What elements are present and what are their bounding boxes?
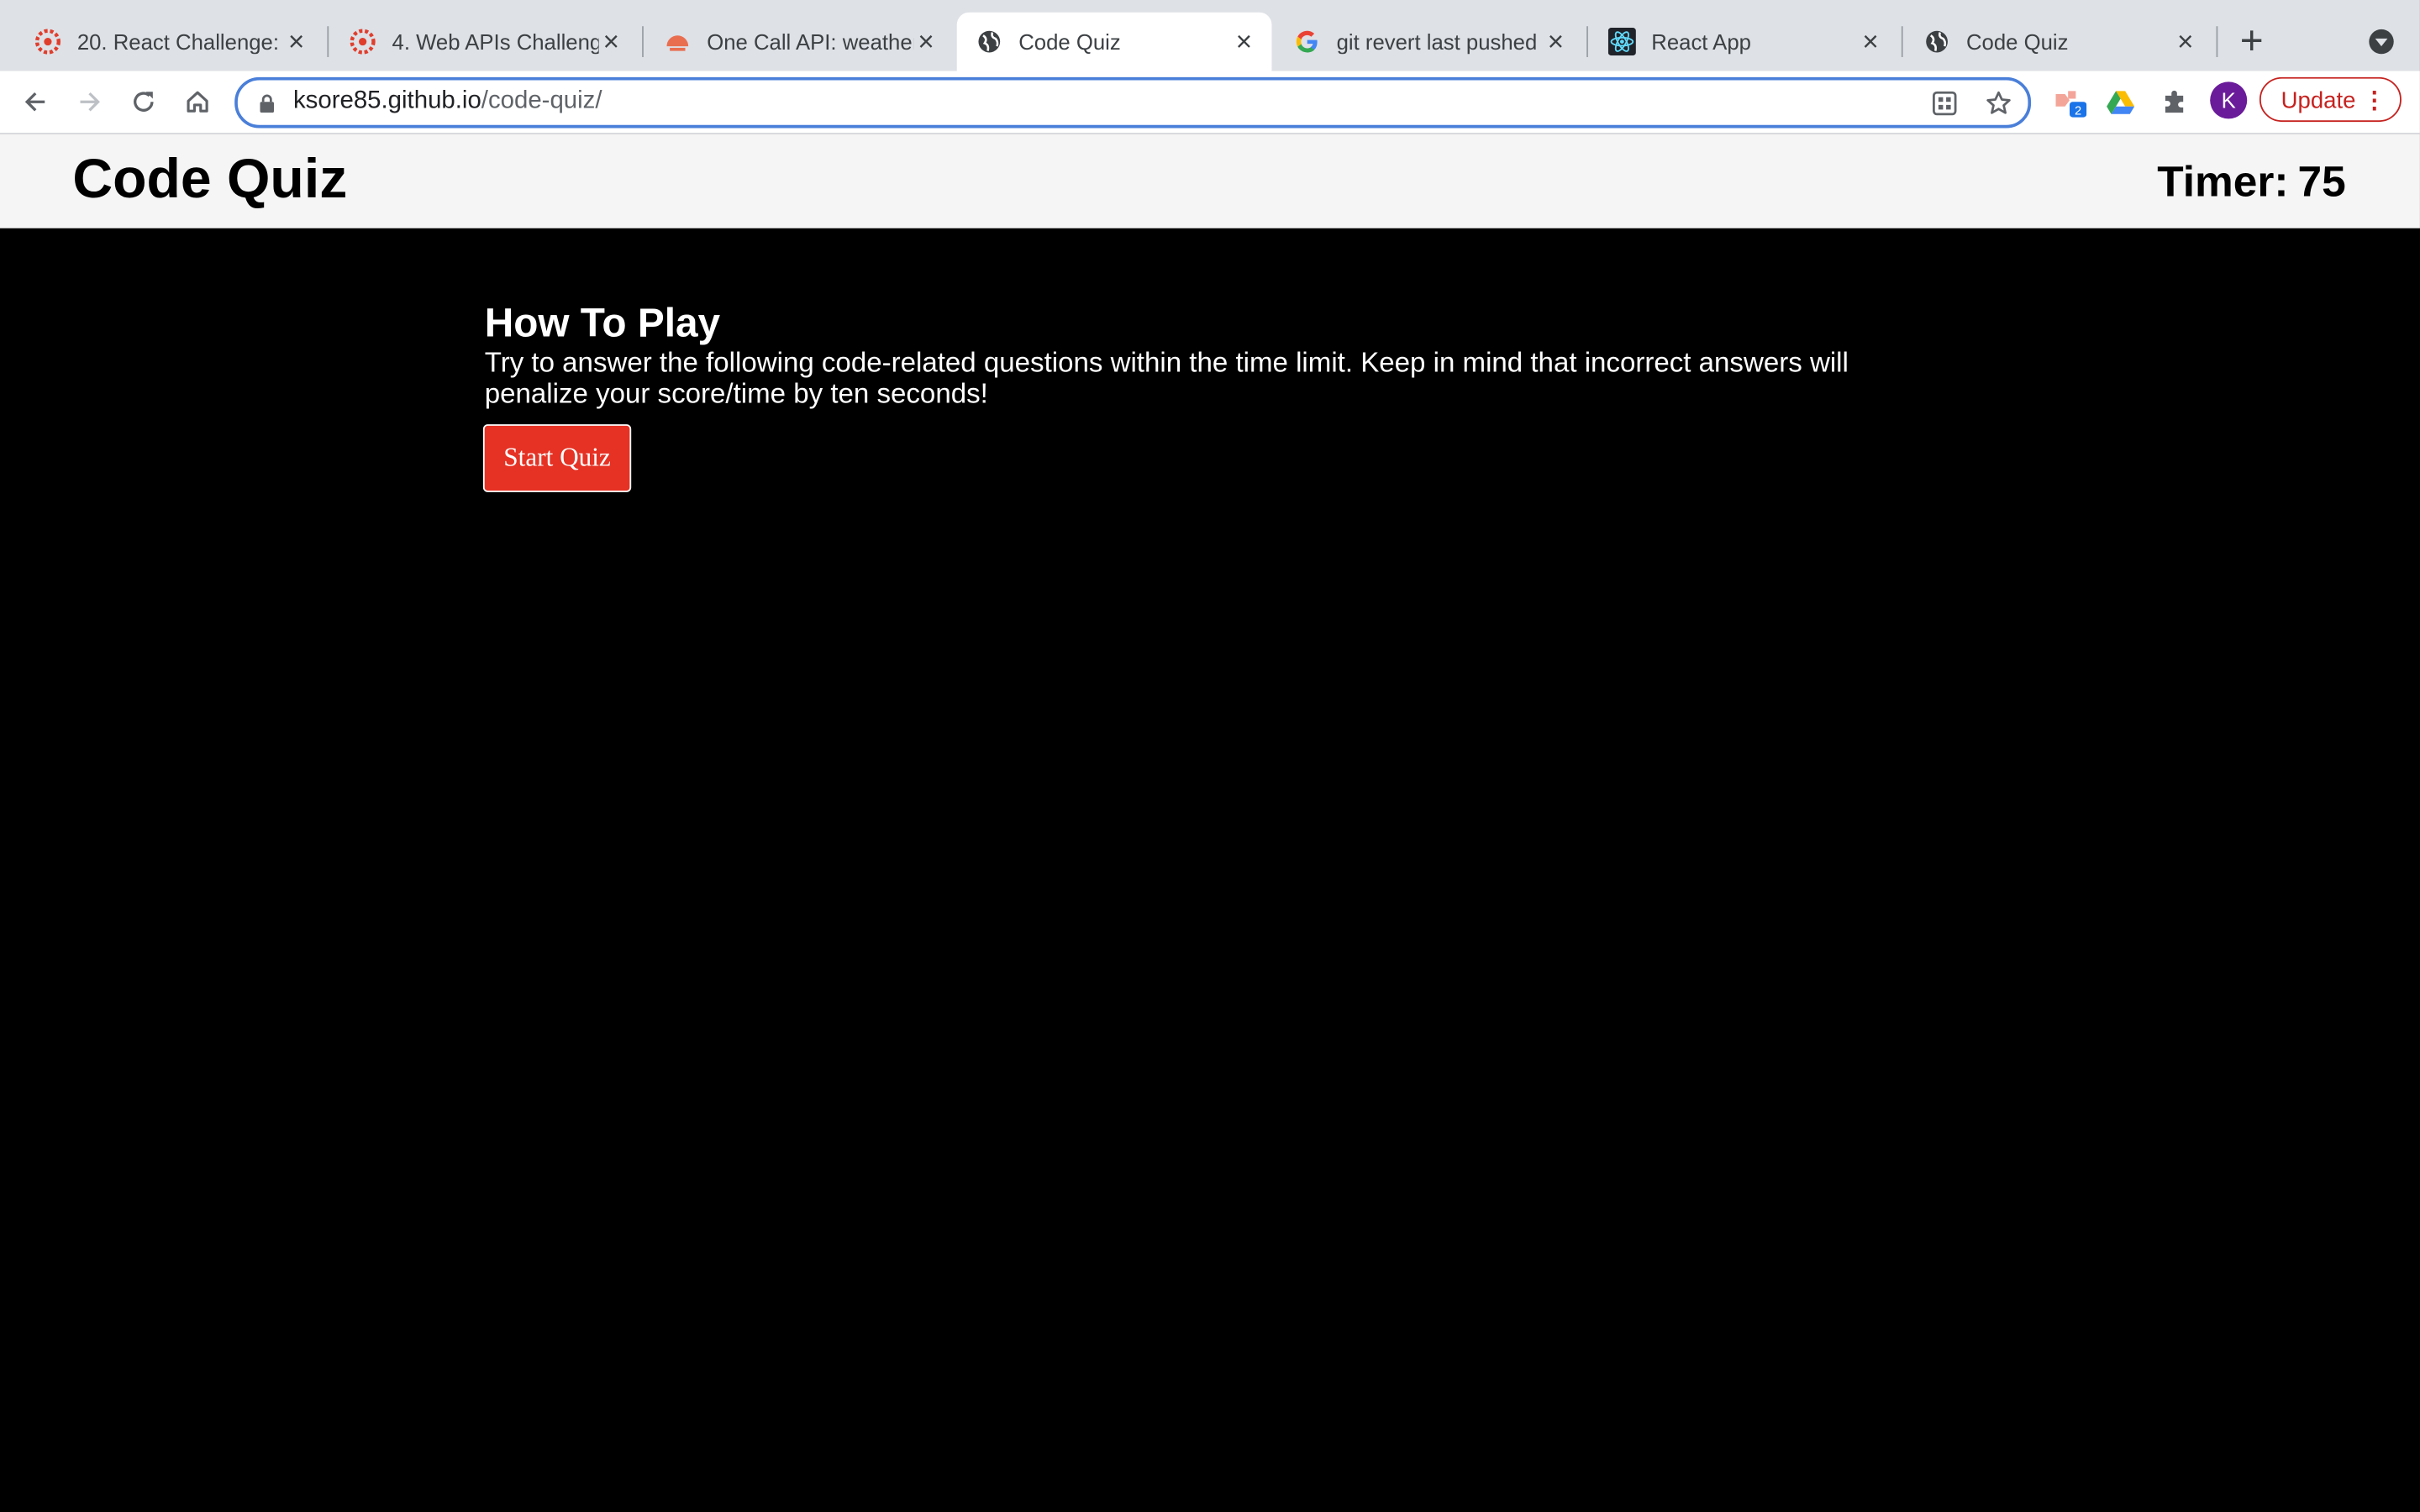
update-label: Update <box>2281 87 2356 114</box>
url-path: /code-quiz/ <box>481 87 602 114</box>
canvas-logo-icon <box>349 28 376 55</box>
tab-separator <box>1901 26 1903 57</box>
tab-title: React App <box>1651 29 1751 55</box>
start-quiz-button[interactable]: Start Quiz <box>482 424 632 492</box>
extension-badge-count: 2 <box>2075 104 2081 118</box>
forward-arrow-icon[interactable] <box>72 85 106 118</box>
how-to-play-heading: How To Play <box>484 299 721 346</box>
back-arrow-icon[interactable] <box>18 85 52 118</box>
timer-label: Timer: <box>2157 157 2289 206</box>
kebab-menu-icon[interactable]: ⋮ <box>2363 79 2386 123</box>
close-tab-icon[interactable]: × <box>2173 28 2197 55</box>
tab-one-call-api[interactable]: One Call API: weather × <box>645 13 954 71</box>
tab-react-app[interactable]: React App × <box>1590 13 1898 71</box>
home-icon[interactable] <box>181 85 214 118</box>
google-drive-icon[interactable] <box>2103 85 2137 118</box>
profile-avatar[interactable]: K <box>2210 81 2248 119</box>
bookmark-star-icon[interactable] <box>1983 88 2014 119</box>
extension-icon[interactable]: 2 <box>2053 85 2087 118</box>
new-tab-plus-icon[interactable]: + <box>2233 20 2270 60</box>
openweather-logo-icon <box>664 28 692 55</box>
tab-title: 4. Web APIs Challeng <box>392 29 599 55</box>
google-logo-icon <box>1293 28 1321 55</box>
tab-title: Code Quiz <box>1018 29 1121 55</box>
tab-search-chevron-icon[interactable] <box>2369 29 2394 55</box>
tab-git-revert[interactable]: git revert last pushed × <box>1275 13 1583 71</box>
close-tab-icon[interactable]: × <box>913 28 938 55</box>
canvas-logo-icon <box>34 28 61 55</box>
url-host: ksore85.github.io <box>292 87 481 114</box>
tab-separator <box>1586 26 1588 57</box>
extensions-puzzle-icon[interactable] <box>2158 85 2191 118</box>
page-header: Code Quiz Timer: 75 <box>0 134 2420 228</box>
timer: Timer: 75 <box>2157 157 2346 207</box>
tab-title: git revert last pushed <box>1336 29 1538 55</box>
tab-title: 20. React Challenge: <box>76 29 280 55</box>
globe-icon <box>1923 28 1951 55</box>
tab-code-quiz[interactable]: Code Quiz × <box>1904 13 2212 71</box>
react-logo-icon <box>1607 28 1636 56</box>
quiz-intro: How To Play Try to answer the following … <box>0 228 2420 1512</box>
tab-separator <box>642 26 644 57</box>
tab-react-challenge[interactable]: 20. React Challenge: × <box>15 13 324 71</box>
reload-icon[interactable] <box>127 85 160 118</box>
globe-icon <box>976 28 1003 55</box>
tab-title: One Call API: weather <box>707 29 914 55</box>
close-tab-icon[interactable]: × <box>1858 28 1882 55</box>
close-tab-icon[interactable]: × <box>284 28 308 55</box>
qr-code-icon[interactable] <box>1929 88 1960 119</box>
browser-toolbar: ksore85.github.io/code-quiz/ 2 K Update … <box>0 71 2420 134</box>
lock-icon[interactable] <box>260 92 275 120</box>
close-tab-icon[interactable]: × <box>1232 28 1256 55</box>
tab-web-apis[interactable]: 4. Web APIs Challeng × <box>330 13 639 71</box>
close-tab-icon[interactable]: × <box>1544 28 1568 55</box>
close-tab-icon[interactable]: × <box>599 28 623 55</box>
tab-separator <box>2216 26 2218 57</box>
tab-strip: 20. React Challenge: × 4. Web APIs Chall… <box>0 0 2420 71</box>
url-text: ksore85.github.io/code-quiz/ <box>293 88 602 116</box>
tab-title: Code Quiz <box>1965 29 2069 55</box>
update-button[interactable]: Update ⋮ <box>2259 76 2402 123</box>
page-title: Code Quiz <box>72 146 348 210</box>
instructions-text: Try to answer the following code-related… <box>484 347 1849 409</box>
timer-value: 75 <box>2297 157 2346 206</box>
address-bar[interactable]: ksore85.github.io/code-quiz/ <box>234 76 2032 129</box>
tab-separator <box>327 26 329 57</box>
tab-code-quiz-active[interactable]: Code Quiz × <box>956 12 1272 71</box>
